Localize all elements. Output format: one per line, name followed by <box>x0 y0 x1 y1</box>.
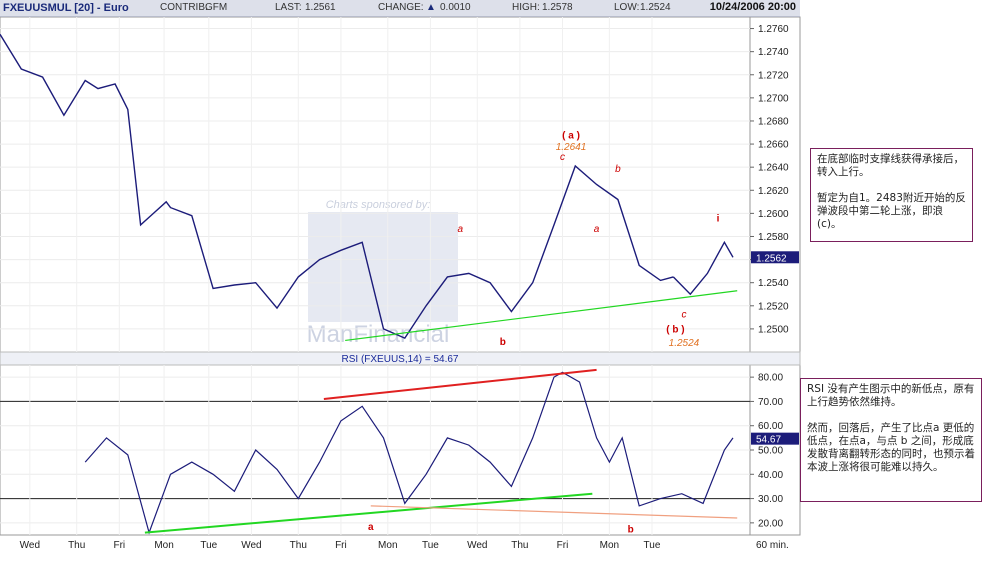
price-tick-label: 1.2620 <box>758 186 789 197</box>
last-value: 1.2561 <box>305 2 336 13</box>
quote-datetime: 10/24/2006 20:00 <box>709 1 796 13</box>
price-wave-label: ( b ) <box>666 324 684 335</box>
price-tick-label: 1.2520 <box>758 301 789 312</box>
low-label: LOW: <box>614 2 640 13</box>
price-wave-label: b <box>500 337 506 348</box>
price-tick-label: 1.2580 <box>758 232 789 243</box>
price-wave-label: c <box>681 309 686 320</box>
price-tick-label: 1.2760 <box>758 24 789 35</box>
price-wave-label: 1.2524 <box>669 338 700 349</box>
high-label: HIGH: <box>512 2 540 13</box>
price-tick-label: 1.2660 <box>758 140 789 151</box>
price-last-value-label: 1.2562 <box>756 253 787 264</box>
price-wave-label: ( a ) <box>562 130 580 141</box>
x-tick-label: Fri <box>113 540 125 551</box>
x-tick-label: Thu <box>511 540 528 551</box>
price-wave-label: c <box>560 152 565 163</box>
x-tick-label: Wed <box>241 540 261 551</box>
high-value: 1.2578 <box>542 2 573 13</box>
rsi-last-value-label: 54.67 <box>756 435 781 446</box>
x-tick-label: Mon <box>154 540 173 551</box>
price-tick-label: 1.2500 <box>758 324 789 335</box>
rsi-title: RSI (FXEUUS,14) = 54.67 <box>342 354 459 365</box>
price-wave-label: a <box>457 224 463 235</box>
low-value: 1.2524 <box>640 2 671 13</box>
x-tick-label: Fri <box>335 540 347 551</box>
price-wave-label: b <box>615 164 621 175</box>
price-tick-label: 1.2640 <box>758 163 789 174</box>
rsi-tick-label: 60.00 <box>758 421 783 432</box>
rsi-tick-label: 80.00 <box>758 373 783 384</box>
contrib-label: CONTRIB: <box>160 2 208 13</box>
change-up-icon: ▲ <box>426 2 436 13</box>
x-tick-label: Wed <box>467 540 487 551</box>
x-tick-label: Tue <box>422 540 439 551</box>
rsi-tick-label: 30.00 <box>758 494 783 505</box>
rsi-point-label: a <box>368 522 374 533</box>
price-tick-label: 1.2720 <box>758 70 789 81</box>
x-tick-label: Fri <box>557 540 569 551</box>
rsi-point-label: b <box>628 525 634 536</box>
x-axis-unit-label: 60 min. <box>756 540 789 551</box>
symbol-title: FXEUUSMUL [20] - Euro <box>3 2 129 14</box>
price-tick-label: 1.2540 <box>758 278 789 289</box>
price-wave-label: a <box>594 224 600 235</box>
x-tick-label: Thu <box>68 540 85 551</box>
price-tick-label: 1.2600 <box>758 209 789 220</box>
price-tick-label: 1.2700 <box>758 93 789 104</box>
x-tick-label: Mon <box>600 540 619 551</box>
x-tick-label: Thu <box>290 540 307 551</box>
quote-header: FXEUUSMUL [20] - Euro CONTRIB: GFM LAST:… <box>0 0 800 17</box>
rsi-tick-label: 70.00 <box>758 397 783 408</box>
rsi-tick-label: 50.00 <box>758 446 783 457</box>
x-tick-label: Wed <box>20 540 40 551</box>
rsi-tick-label: 20.00 <box>758 518 783 529</box>
change-value: 0.0010 <box>440 2 471 13</box>
price-tick-label: 1.2740 <box>758 47 789 58</box>
contrib-value: GFM <box>205 2 228 13</box>
price-annotation-note: 在底部临时支撑线获得承接后，转入上行。 暂定为自1。2483附近开始的反弹波段中… <box>810 148 973 242</box>
change-label: CHANGE: <box>378 2 424 13</box>
price-wave-label: 1.2641 <box>556 142 587 153</box>
x-tick-label: Mon <box>378 540 397 551</box>
last-label: LAST: <box>275 2 302 13</box>
x-tick-label: Tue <box>200 540 217 551</box>
rsi-annotation-note: RSI 没有产生图示中的新低点，原有上行趋势依然维持。 然而，回落后，产生了比点… <box>800 378 982 502</box>
sponsor-watermark-brand: ManFinancial <box>307 321 450 348</box>
price-wave-label: i <box>717 213 720 224</box>
price-tick-label: 1.2680 <box>758 116 789 127</box>
x-tick-label: Tue <box>644 540 661 551</box>
rsi-tick-label: 40.00 <box>758 470 783 481</box>
